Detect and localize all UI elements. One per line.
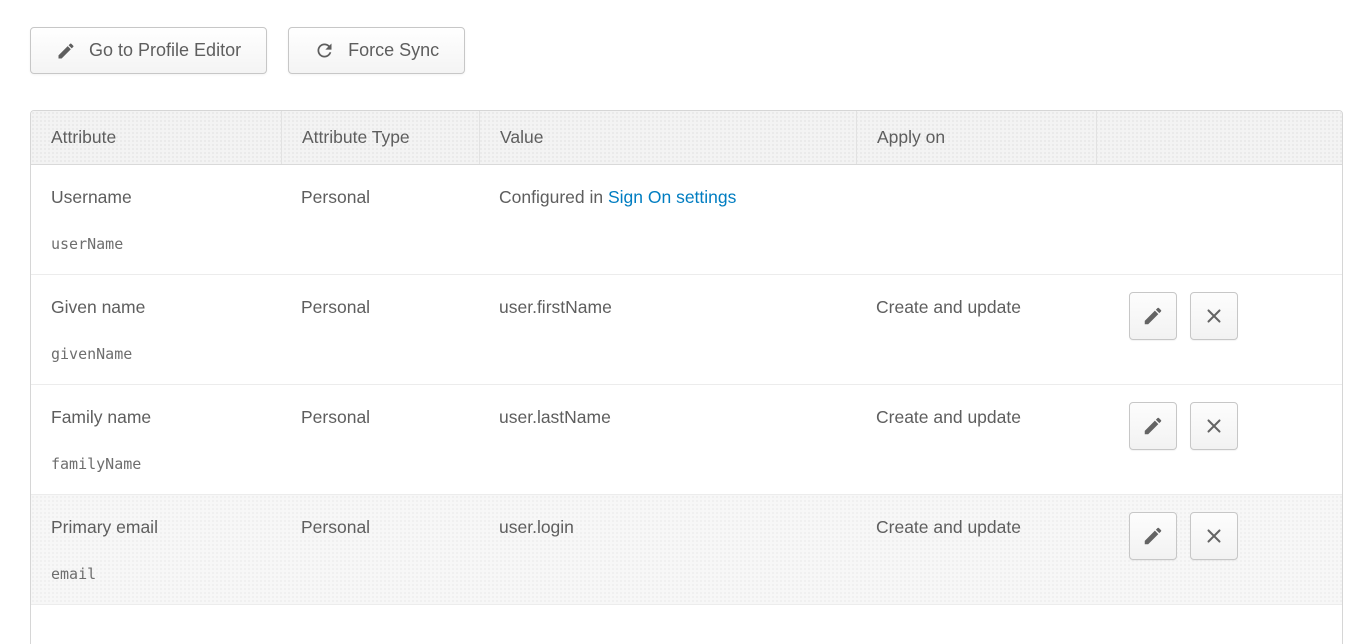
cell-attribute-type: Personal xyxy=(281,275,479,384)
table-header: Attribute Attribute Type Value Apply on xyxy=(31,111,1342,165)
cell-attribute-type: Personal xyxy=(281,495,479,604)
column-header-apply-on: Apply on xyxy=(856,111,1096,164)
cell-actions xyxy=(1096,165,1342,274)
table-row: Primary email email Personal user.login … xyxy=(31,495,1342,605)
value-text: user.lastName xyxy=(499,407,611,427)
attribute-mappings-table: Attribute Attribute Type Value Apply on … xyxy=(30,110,1343,644)
go-to-profile-editor-button[interactable]: Go to Profile Editor xyxy=(30,27,267,74)
cell-actions xyxy=(1096,385,1342,494)
table-row: Given name givenName Personal user.first… xyxy=(31,275,1342,385)
close-icon xyxy=(1203,415,1225,437)
column-header-actions xyxy=(1096,111,1342,164)
close-icon xyxy=(1203,525,1225,547)
toolbar: Go to Profile Editor Force Sync xyxy=(30,27,465,74)
column-header-value: Value xyxy=(479,111,856,164)
table-row: Family name familyName Personal user.las… xyxy=(31,385,1342,495)
cell-value: user.lastName xyxy=(479,385,856,494)
close-icon xyxy=(1203,305,1225,327)
pencil-icon xyxy=(56,41,76,61)
cell-attribute: Username userName xyxy=(31,165,281,274)
cell-attribute: Primary email email xyxy=(31,495,281,604)
value-text: user.firstName xyxy=(499,297,612,317)
attribute-type-value: Personal xyxy=(301,297,370,317)
row-actions xyxy=(1096,495,1342,560)
cell-attribute: Given name givenName xyxy=(31,275,281,384)
attribute-label: Given name xyxy=(51,296,271,319)
attribute-variable-name: familyName xyxy=(51,453,271,476)
cell-value: Configured in Sign On settings xyxy=(479,165,856,274)
pencil-icon xyxy=(1142,305,1164,327)
column-header-attribute: Attribute xyxy=(31,111,281,164)
attribute-label: Username xyxy=(51,186,271,209)
value-text: Configured in xyxy=(499,187,608,207)
remove-attribute-button[interactable] xyxy=(1190,512,1238,560)
sign-on-settings-link[interactable]: Sign On settings xyxy=(608,187,736,207)
row-actions xyxy=(1096,275,1342,340)
apply-on-value: Create and update xyxy=(876,407,1021,427)
cell-attribute-type: Personal xyxy=(281,165,479,274)
cell-apply-on: Create and update xyxy=(856,385,1096,494)
refresh-icon xyxy=(314,40,335,61)
attribute-variable-name: email xyxy=(51,563,271,586)
cell-actions xyxy=(1096,495,1342,604)
apply-on-value: Create and update xyxy=(876,297,1021,317)
attribute-type-value: Personal xyxy=(301,187,370,207)
apply-on-value: Create and update xyxy=(876,517,1021,537)
attribute-type-value: Personal xyxy=(301,517,370,537)
column-header-attribute-type: Attribute Type xyxy=(281,111,479,164)
row-actions xyxy=(1096,385,1342,450)
cell-attribute: Family name familyName xyxy=(31,385,281,494)
cell-apply-on xyxy=(856,165,1096,274)
cell-apply-on: Create and update xyxy=(856,275,1096,384)
attribute-label: Primary email xyxy=(51,516,271,539)
attribute-label: Family name xyxy=(51,406,271,429)
cell-actions xyxy=(1096,275,1342,384)
table-row: Username userName Personal Configured in… xyxy=(31,165,1342,275)
force-sync-button[interactable]: Force Sync xyxy=(288,27,465,74)
edit-attribute-button[interactable] xyxy=(1129,512,1177,560)
cell-value: user.login xyxy=(479,495,856,604)
edit-attribute-button[interactable] xyxy=(1129,402,1177,450)
cell-apply-on: Create and update xyxy=(856,495,1096,604)
remove-attribute-button[interactable] xyxy=(1190,402,1238,450)
remove-attribute-button[interactable] xyxy=(1190,292,1238,340)
attribute-variable-name: userName xyxy=(51,233,271,256)
cell-value: user.firstName xyxy=(479,275,856,384)
cell-attribute-type: Personal xyxy=(281,385,479,494)
pencil-icon xyxy=(1142,415,1164,437)
value-text: user.login xyxy=(499,517,574,537)
table-row-partial xyxy=(31,605,1342,644)
attribute-type-value: Personal xyxy=(301,407,370,427)
pencil-icon xyxy=(1142,525,1164,547)
go-to-profile-editor-label: Go to Profile Editor xyxy=(89,40,241,61)
edit-attribute-button[interactable] xyxy=(1129,292,1177,340)
force-sync-label: Force Sync xyxy=(348,40,439,61)
table-body: Username userName Personal Configured in… xyxy=(31,165,1342,605)
attribute-variable-name: givenName xyxy=(51,343,271,366)
